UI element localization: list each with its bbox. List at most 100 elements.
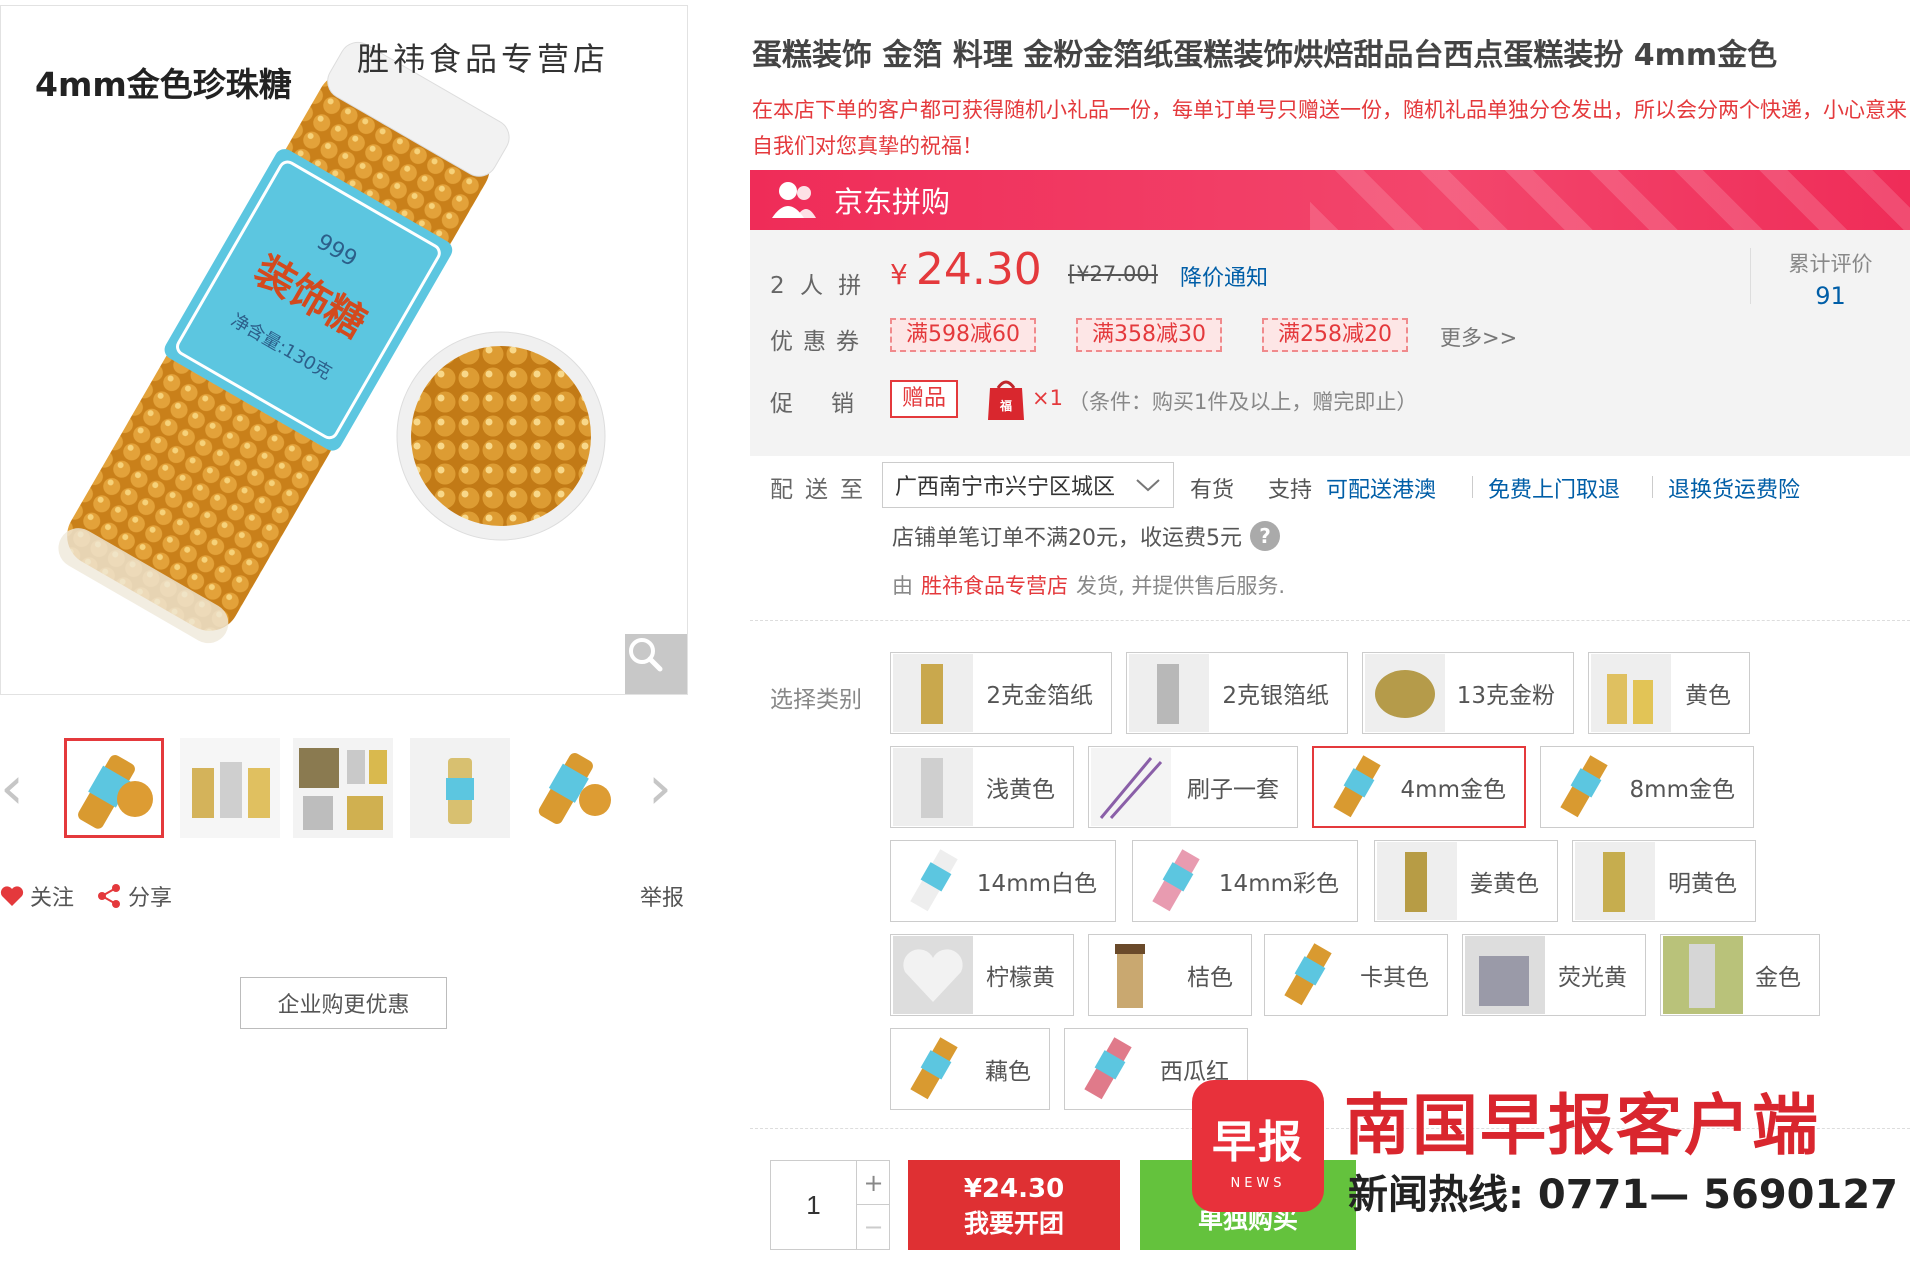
variant-name: 黄色: [1685, 683, 1731, 709]
rating-count[interactable]: 91: [1751, 282, 1910, 310]
delivery-region-select[interactable]: 广西南宁市兴宁区城区: [882, 462, 1174, 508]
support-label: 支持: [1268, 478, 1313, 503]
thumbnail-1[interactable]: [64, 738, 164, 838]
store-watermark: 胜祎食品专营店: [357, 40, 610, 78]
coupon-1[interactable]: 满598减60: [890, 318, 1036, 352]
currency-symbol: ¥: [890, 258, 908, 291]
product-photo: 装饰糖 999 净含量:130克: [58, 41, 606, 644]
variant-name: 14mm彩色: [1218, 871, 1339, 897]
variant-thumb: [1067, 1030, 1147, 1108]
variant-name: 14mm白色: [976, 871, 1097, 897]
quantity-input[interactable]: [771, 1161, 857, 1249]
variant-thumb: [1465, 936, 1545, 1014]
main-product-image[interactable]: 装饰糖 999 净含量:130克 4mm金色珍珠糖 胜祎食品专营店: [0, 5, 688, 695]
zoom-button[interactable]: [625, 634, 687, 694]
chevron-left-icon[interactable]: ‹: [0, 758, 24, 818]
variant-option[interactable]: 荧光黄: [1462, 934, 1646, 1016]
help-icon[interactable]: ?: [1250, 521, 1280, 551]
variant-name: 荧光黄: [1558, 965, 1627, 991]
variant-name: 2克银箔纸: [1222, 683, 1329, 709]
return-shipping-insurance-link[interactable]: 退换货运费险: [1668, 472, 1800, 504]
variant-option[interactable]: 姜黄色: [1374, 840, 1558, 922]
variant-option[interactable]: 14mm白色: [890, 840, 1116, 922]
group-buy-label: 我要开团: [963, 1209, 1064, 1238]
variant-option[interactable]: 黄色: [1588, 652, 1750, 734]
variant-option[interactable]: 2克金箔纸: [890, 652, 1112, 734]
follow-share-bar: 关注 分享 举报: [0, 880, 690, 920]
variant-thumb: [893, 842, 973, 920]
variant-thumb: [1091, 748, 1171, 826]
start-group-buy-button[interactable]: ¥24.30 我要开团: [908, 1160, 1120, 1250]
logo-text: 早报: [1212, 1117, 1304, 1168]
news-hotline: 新闻热线: 0771— 5690127: [1348, 1172, 1898, 1218]
variant-option[interactable]: 刷子一套: [1088, 746, 1298, 828]
variant-name: 藕色: [985, 1059, 1031, 1085]
variant-thumb: [1543, 748, 1623, 826]
variant-thumb: [893, 654, 973, 732]
coupon-more-link[interactable]: 更多>>: [1440, 322, 1517, 352]
coupon-label: 优惠券: [770, 329, 869, 355]
separator: [1472, 476, 1473, 498]
hk-macau-delivery-link[interactable]: 可配送港澳: [1326, 472, 1436, 504]
chevron-right-icon[interactable]: ›: [648, 758, 672, 818]
heart-icon: [0, 886, 24, 906]
thumbnail-5[interactable]: [525, 738, 625, 838]
user-group-icon: [772, 182, 816, 218]
variant-name: 8mm金色: [1629, 777, 1735, 803]
ship-store-link[interactable]: 胜祎食品专营店: [921, 574, 1068, 598]
banner-label: 京东拼购: [834, 185, 951, 219]
coupon-2[interactable]: 满358减30: [1076, 318, 1222, 352]
share-button[interactable]: 分享: [96, 880, 172, 912]
variant-option[interactable]: 2克银箔纸: [1126, 652, 1348, 734]
variant-option[interactable]: 金色: [1660, 934, 1820, 1016]
coupon-3[interactable]: 满258减20: [1262, 318, 1408, 352]
divider: [750, 620, 1910, 621]
report-link[interactable]: 举报: [640, 880, 684, 912]
variant-thumb: [1091, 936, 1171, 1014]
price-drop-notify-link[interactable]: 降价通知: [1180, 260, 1268, 292]
group-price: ¥24.30: [890, 244, 1042, 295]
variant-option[interactable]: 浅黄色: [890, 746, 1074, 828]
variant-thumb: [1316, 748, 1396, 826]
variant-option[interactable]: 柠檬黄: [890, 934, 1074, 1016]
variant-name: 金色: [1755, 965, 1801, 991]
svg-text:福: 福: [999, 398, 1012, 413]
follow-button[interactable]: 关注: [0, 880, 74, 912]
group-size-label: 2 人 拼: [770, 273, 866, 299]
gift-condition: （条件：购买1件及以上，赠完即止）: [1068, 390, 1418, 414]
price-value: 24.30: [915, 244, 1042, 295]
quantity-plus-button[interactable]: +: [857, 1161, 890, 1205]
price-area: 2 人 拼 ¥24.30 [¥27.00] 降价通知 累计评价 91 优惠券 满…: [750, 230, 1910, 456]
variant-thumb: [1135, 842, 1215, 920]
variant-option[interactable]: 13克金粉: [1362, 652, 1574, 734]
variant-option[interactable]: 14mm彩色: [1132, 840, 1358, 922]
logo-sub: NEWS: [1230, 1176, 1286, 1191]
thumbnail-4[interactable]: [410, 738, 510, 838]
variant-thumb: [1663, 936, 1743, 1014]
variant-thumb: [1129, 654, 1209, 732]
jd-group-buy-banner: 京东拼购: [750, 170, 1910, 230]
variant-name: 柠檬黄: [986, 965, 1055, 991]
share-icon: [98, 884, 120, 908]
newspaper-logo: 早报 NEWS: [1192, 1080, 1324, 1212]
variant-option[interactable]: 桔色: [1088, 934, 1252, 1016]
variant-thumb: [1575, 842, 1655, 920]
enterprise-purchase-button[interactable]: 企业购更优惠: [240, 977, 447, 1029]
thumbnail-2[interactable]: [180, 738, 280, 838]
variant-name: 13克金粉: [1456, 683, 1555, 709]
free-pickup-return-link[interactable]: 免费上门取退: [1488, 472, 1620, 504]
ship-prefix: 由: [892, 574, 913, 598]
variant-option[interactable]: 8mm金色: [1540, 746, 1754, 828]
share-label: 分享: [128, 886, 173, 911]
ship-from-row: 由胜祎食品专营店 发货, 并提供售后服务.: [892, 570, 1285, 600]
variant-thumb: [893, 1030, 973, 1108]
quantity-minus-button[interactable]: −: [857, 1205, 890, 1249]
thumbnail-3[interactable]: [293, 738, 393, 838]
report-label: 举报: [640, 886, 685, 911]
rating-box[interactable]: 累计评价 91: [1750, 248, 1910, 310]
variant-option-selected[interactable]: 4mm金色: [1312, 746, 1526, 828]
variant-option[interactable]: 藕色: [890, 1028, 1050, 1110]
variant-option[interactable]: 卡其色: [1264, 934, 1448, 1016]
variant-option[interactable]: 明黄色: [1572, 840, 1756, 922]
newspaper-name: 南国早报客户端: [1344, 1087, 1820, 1164]
